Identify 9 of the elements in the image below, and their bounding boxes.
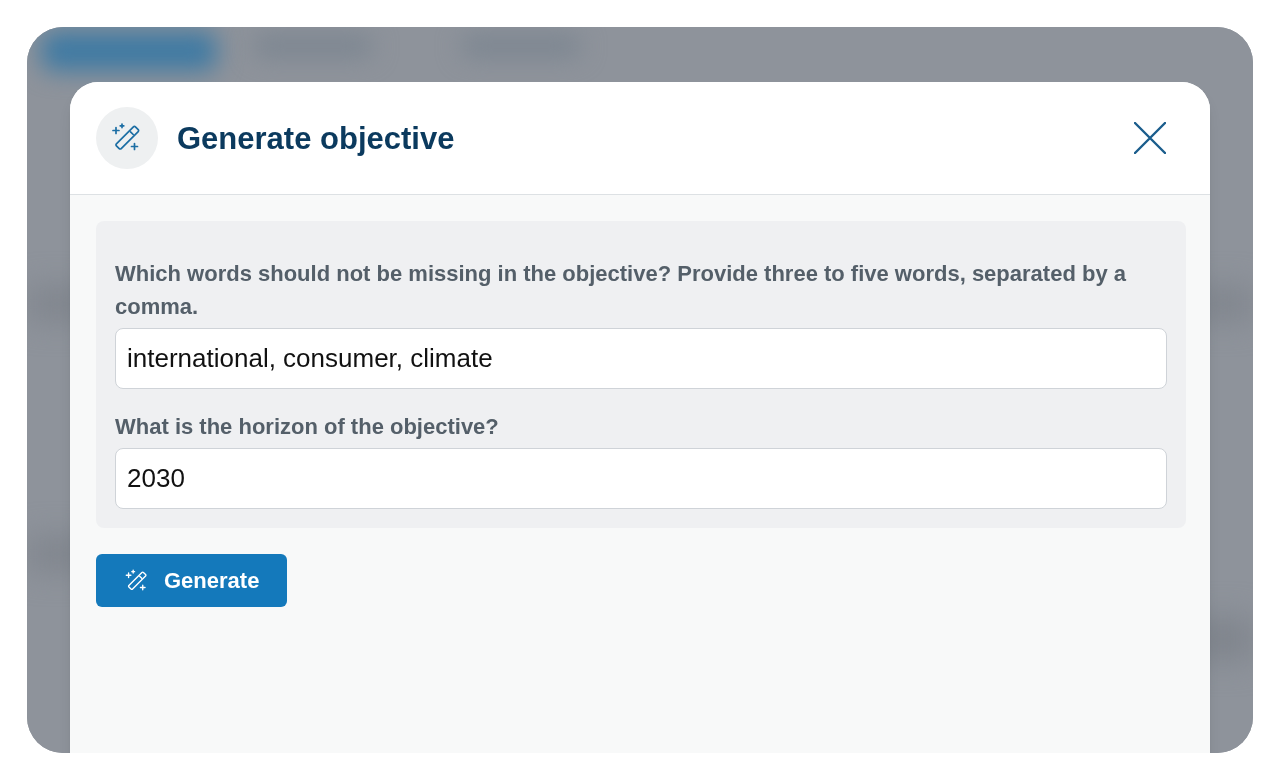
- text-input-field[interactable]: 2030: [115, 448, 1167, 509]
- dialog-title: Generate objective: [177, 122, 455, 154]
- text-input-field[interactable]: international, consumer, climate: [115, 328, 1167, 389]
- close-button[interactable]: [1134, 122, 1166, 154]
- close-icon: [1134, 122, 1166, 154]
- field-label: Which words should not be missing in the objective? Provide three to five words, separated by a comma.: [115, 260, 1127, 321]
- magic-wand-icon: [96, 107, 158, 169]
- field-label: What is the horizon of the objective?: [115, 413, 500, 441]
- generate-button[interactable]: Generate: [96, 554, 288, 607]
